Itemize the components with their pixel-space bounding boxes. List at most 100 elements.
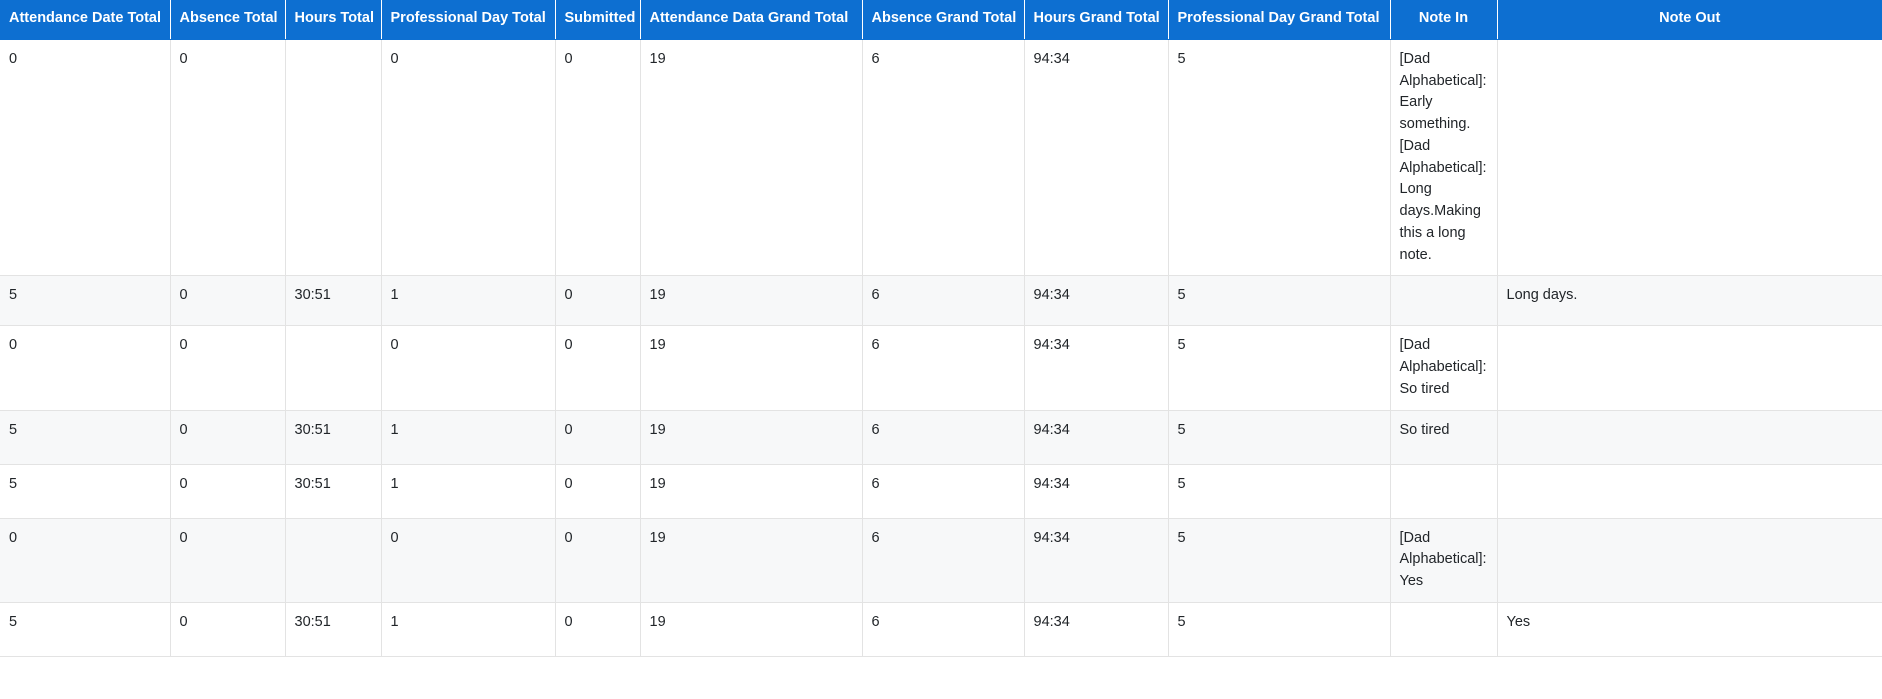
cell-note_in[interactable]: So tired	[1390, 410, 1498, 465]
cell-absence_total[interactable]: 0	[170, 39, 286, 277]
table-header: Attendance Date Total Absence Total Hour…	[0, 0, 1882, 40]
cell-note_out[interactable]	[1497, 464, 1882, 519]
cell-hours_total[interactable]	[285, 518, 382, 603]
cell-attendance_data_grand_total[interactable]: 19	[640, 518, 863, 603]
cell-attendance_date_total[interactable]: 0	[0, 518, 171, 603]
cell-submitted[interactable]: 0	[555, 410, 641, 465]
cell-note_in[interactable]: [Dad Alphabetical]: Yes	[1390, 518, 1498, 603]
column-header-professional-day-total[interactable]: Professional Day Total	[381, 0, 556, 40]
cell-note_out[interactable]	[1497, 410, 1882, 465]
cell-professional_day_total[interactable]: 1	[381, 602, 556, 657]
cell-attendance_data_grand_total[interactable]: 19	[640, 602, 863, 657]
column-header-note-in[interactable]: Note In	[1390, 0, 1498, 40]
cell-hours_total[interactable]: 30:51	[285, 464, 382, 519]
cell-hours_grand_total[interactable]: 94:34	[1024, 275, 1169, 327]
column-header-professional-day-grand-total[interactable]: Professional Day Grand Total	[1168, 0, 1391, 40]
cell-absence_grand_total[interactable]: 6	[862, 39, 1025, 277]
data-grid-viewport[interactable]: Attendance Date Total Absence Total Hour…	[0, 0, 1882, 699]
cell-absence_total[interactable]: 0	[170, 275, 286, 327]
cell-absence_total[interactable]: 0	[170, 464, 286, 519]
table-row[interactable]: 0 0 0 0 19 6 94:34 5 [Dad Alphabetical]: So tire…	[0, 325, 1882, 411]
cell-hours_grand_total[interactable]: 94:34	[1024, 464, 1169, 519]
cell-hours_total[interactable]: 30:51	[285, 275, 382, 327]
cell-note_out[interactable]: Long days.	[1497, 275, 1882, 327]
column-header-hours-total[interactable]: Hours Total	[285, 0, 382, 40]
cell-absence_grand_total[interactable]: 6	[862, 602, 1025, 657]
cell-professional_day_grand_total[interactable]: 5	[1168, 325, 1391, 411]
cell-professional_day_total[interactable]: 0	[381, 518, 556, 603]
cell-submitted[interactable]: 0	[555, 325, 641, 411]
cell-note_out[interactable]: Yes	[1497, 602, 1882, 657]
cell-attendance_data_grand_total[interactable]: 19	[640, 464, 863, 519]
cell-professional_day_total[interactable]: 0	[381, 325, 556, 411]
cell-hours_total[interactable]: 30:51	[285, 602, 382, 657]
column-header-submitted[interactable]: Submitted	[555, 0, 641, 40]
cell-hours_grand_total[interactable]: 94:34	[1024, 602, 1169, 657]
table-row[interactable]: 5 0 30:51 1 0 19 6 94:34 5	[0, 464, 1882, 519]
cell-note_out[interactable]	[1497, 325, 1882, 411]
cell-hours_grand_total[interactable]: 94:34	[1024, 325, 1169, 411]
cell-attendance_date_total[interactable]: 5	[0, 602, 171, 657]
cell-note_in[interactable]: [Dad Alphabetical]: So tired	[1390, 325, 1498, 411]
cell-submitted[interactable]: 0	[555, 464, 641, 519]
cell-attendance_date_total[interactable]: 5	[0, 275, 171, 327]
header-row: Attendance Date Total Absence Total Hour…	[0, 0, 1882, 40]
cell-attendance_date_total[interactable]: 0	[0, 39, 171, 277]
cell-absence_grand_total[interactable]: 6	[862, 325, 1025, 411]
table-body: 0 0 0 0 19 6 94:34 5 [Dad Alphabetical]: Early s…	[0, 39, 1882, 657]
cell-professional_day_grand_total[interactable]: 5	[1168, 602, 1391, 657]
column-header-attendance-data-grand-total[interactable]: Attendance Data Grand Total	[640, 0, 863, 40]
cell-professional_day_grand_total[interactable]: 5	[1168, 518, 1391, 603]
cell-hours_total[interactable]: 30:51	[285, 410, 382, 465]
table-row[interactable]: 5 0 30:51 1 0 19 6 94:34 5 So tired	[0, 410, 1882, 465]
cell-hours_grand_total[interactable]: 94:34	[1024, 410, 1169, 465]
attendance-data-table: Attendance Date Total Absence Total Hour…	[0, 0, 1882, 657]
table-row[interactable]: 0 0 0 0 19 6 94:34 5 [Dad Alphabetical]: Early s…	[0, 39, 1882, 277]
cell-absence_grand_total[interactable]: 6	[862, 464, 1025, 519]
cell-absence_grand_total[interactable]: 6	[862, 410, 1025, 465]
cell-professional_day_total[interactable]: 1	[381, 410, 556, 465]
cell-note_in[interactable]	[1390, 275, 1498, 327]
cell-attendance_date_total[interactable]: 5	[0, 464, 171, 519]
cell-note_out[interactable]	[1497, 518, 1882, 603]
column-header-note-out[interactable]: Note Out	[1497, 0, 1882, 40]
cell-note_in[interactable]: [Dad Alphabetical]: Early something.[Dad…	[1390, 39, 1498, 277]
cell-professional_day_grand_total[interactable]: 5	[1168, 464, 1391, 519]
cell-attendance_data_grand_total[interactable]: 19	[640, 39, 863, 277]
cell-attendance_date_total[interactable]: 0	[0, 325, 171, 411]
cell-hours_grand_total[interactable]: 94:34	[1024, 518, 1169, 603]
cell-attendance_data_grand_total[interactable]: 19	[640, 410, 863, 465]
table-row[interactable]: 5 0 30:51 1 0 19 6 94:34 5 Yes	[0, 602, 1882, 657]
cell-submitted[interactable]: 0	[555, 39, 641, 277]
cell-note_in[interactable]	[1390, 464, 1498, 519]
cell-absence_total[interactable]: 0	[170, 602, 286, 657]
cell-submitted[interactable]: 0	[555, 602, 641, 657]
column-header-hours-grand-total[interactable]: Hours Grand Total	[1024, 0, 1169, 40]
cell-professional_day_total[interactable]: 1	[381, 464, 556, 519]
column-header-absence-grand-total[interactable]: Absence Grand Total	[862, 0, 1025, 40]
cell-absence_grand_total[interactable]: 6	[862, 275, 1025, 327]
cell-absence_grand_total[interactable]: 6	[862, 518, 1025, 603]
cell-attendance_data_grand_total[interactable]: 19	[640, 275, 863, 327]
column-header-absence-total[interactable]: Absence Total	[170, 0, 286, 40]
cell-professional_day_total[interactable]: 1	[381, 275, 556, 327]
cell-absence_total[interactable]: 0	[170, 410, 286, 465]
cell-absence_total[interactable]: 0	[170, 518, 286, 603]
cell-professional_day_total[interactable]: 0	[381, 39, 556, 277]
table-row[interactable]: 5 0 30:51 1 0 19 6 94:34 5 Long days.	[0, 275, 1882, 327]
cell-submitted[interactable]: 0	[555, 518, 641, 603]
cell-hours_grand_total[interactable]: 94:34	[1024, 39, 1169, 277]
table-row[interactable]: 0 0 0 0 19 6 94:34 5 [Dad Alphabetical]: Yes	[0, 518, 1882, 603]
cell-absence_total[interactable]: 0	[170, 325, 286, 411]
cell-note_out[interactable]	[1497, 39, 1882, 277]
column-header-attendance-date-total[interactable]: Attendance Date Total	[0, 0, 171, 40]
cell-note_in[interactable]	[1390, 602, 1498, 657]
cell-professional_day_grand_total[interactable]: 5	[1168, 275, 1391, 327]
cell-submitted[interactable]: 0	[555, 275, 641, 327]
cell-hours_total[interactable]	[285, 39, 382, 277]
cell-hours_total[interactable]	[285, 325, 382, 411]
cell-professional_day_grand_total[interactable]: 5	[1168, 410, 1391, 465]
cell-attendance_data_grand_total[interactable]: 19	[640, 325, 863, 411]
cell-attendance_date_total[interactable]: 5	[0, 410, 171, 465]
cell-professional_day_grand_total[interactable]: 5	[1168, 39, 1391, 277]
